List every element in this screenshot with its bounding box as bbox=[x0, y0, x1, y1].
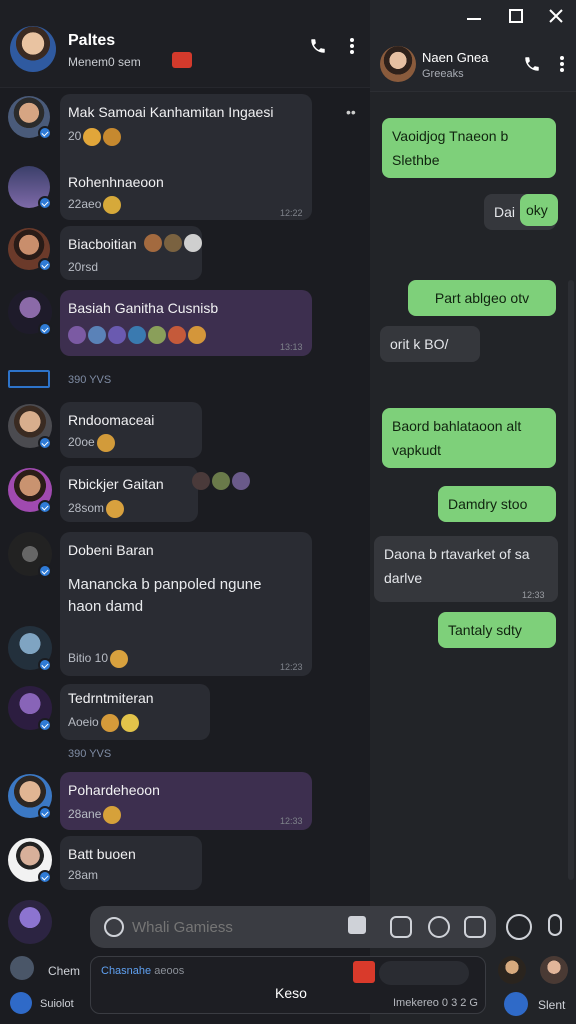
chat-time: 12:33 bbox=[280, 816, 303, 826]
verified-icon bbox=[38, 658, 52, 672]
chat-name: Basiah Ganitha Cusnisb bbox=[68, 300, 219, 316]
chat-name: Pohardeheoon bbox=[68, 782, 160, 798]
chat-name: Rndoomaceai bbox=[68, 412, 155, 428]
message-input[interactable] bbox=[132, 916, 332, 938]
clock-icon[interactable] bbox=[506, 914, 532, 940]
card-label: Chasnahe aeoos bbox=[101, 965, 185, 977]
chat-meta: Bitio 10 bbox=[68, 650, 129, 668]
message-composer bbox=[90, 906, 496, 948]
more-vertical-icon[interactable] bbox=[550, 52, 574, 76]
chat-name: Mak Samoai Kanhamitan Ingaesi bbox=[68, 104, 274, 120]
chat-time: 13:13 bbox=[280, 342, 303, 352]
attach-icon[interactable] bbox=[464, 916, 486, 938]
reaction-avatars bbox=[190, 472, 250, 490]
verified-icon bbox=[38, 806, 52, 820]
chat-meta: 28ane bbox=[68, 806, 122, 824]
verified-icon bbox=[38, 564, 52, 578]
phone-icon[interactable] bbox=[306, 34, 330, 58]
verified-icon bbox=[38, 718, 52, 732]
chat-time: 12:23 bbox=[280, 662, 303, 672]
chat-meta: 22aeo bbox=[68, 196, 122, 214]
verified-icon bbox=[38, 870, 52, 884]
message-sent[interactable]: Baord bahlataoon alt vapkudt bbox=[382, 408, 556, 468]
message-sent[interactable]: Vaoidjog Tnaeon b Slethbe bbox=[382, 118, 556, 178]
profile-avatar[interactable] bbox=[10, 26, 56, 72]
more-horizontal-icon[interactable]: •• bbox=[346, 104, 356, 120]
conversation-pane: Naen Gnea Greeaks Vaoidjog Tnaeon b Slet… bbox=[370, 0, 576, 1024]
sticker-icon[interactable] bbox=[348, 916, 366, 934]
reaction-pill[interactable] bbox=[379, 961, 469, 985]
chat-meta: 28som bbox=[68, 500, 125, 518]
chat-name: Batt buoen bbox=[68, 846, 136, 862]
chat-meta: Aoeio bbox=[68, 714, 139, 732]
nav-item-label[interactable]: Chem bbox=[48, 964, 80, 978]
chat-list-pane: Paltes Menem0 sem Mak Samoai Kanhamitan … bbox=[0, 0, 370, 1024]
app-icon[interactable] bbox=[10, 992, 32, 1014]
verified-icon bbox=[38, 196, 52, 210]
badge-icon bbox=[172, 52, 192, 68]
verified-icon bbox=[38, 258, 52, 272]
chat-meta: 20 bbox=[68, 128, 122, 146]
more-vertical-icon[interactable] bbox=[340, 34, 364, 58]
avatar[interactable] bbox=[10, 956, 34, 980]
contact-status: Greeaks bbox=[422, 68, 464, 80]
chat-name: Biacboitian bbox=[68, 236, 137, 252]
contact-name: Naen Gnea bbox=[422, 50, 489, 65]
gif-icon[interactable] bbox=[428, 916, 450, 938]
date-separator: 390 YVS bbox=[68, 748, 112, 760]
card-footer: Imekereo 0 3 2 G bbox=[393, 997, 478, 1009]
profile-label: Slent bbox=[538, 998, 566, 1012]
avatar[interactable] bbox=[8, 900, 52, 944]
app-icon[interactable] bbox=[504, 992, 528, 1016]
message-time: 12:33 bbox=[522, 590, 545, 600]
date-separator: 390 YVS bbox=[68, 374, 112, 386]
scrollbar[interactable] bbox=[568, 280, 574, 880]
message-received[interactable]: orit k BO/ bbox=[380, 326, 480, 362]
verified-icon bbox=[38, 322, 52, 336]
conversation-header: Naen Gnea Greeaks bbox=[370, 0, 576, 92]
verified-icon bbox=[38, 436, 52, 450]
app-badge-icon bbox=[353, 961, 375, 983]
page-title: Paltes bbox=[68, 32, 116, 49]
microphone-icon[interactable] bbox=[548, 914, 562, 936]
chat-meta: 28am bbox=[68, 868, 99, 882]
chat-name: Dobeni Baran bbox=[68, 542, 154, 558]
separator-box bbox=[8, 370, 50, 388]
preview-card[interactable]: Chasnahe aeoos Keso Imekereo 0 3 2 G bbox=[90, 956, 486, 1014]
minimize-icon[interactable] bbox=[462, 6, 486, 30]
chat-message: Manancka b panpoled ngune haon damd bbox=[68, 576, 262, 615]
chat-name: Tedrntmiteran bbox=[68, 690, 154, 706]
chat-name: Rbickjer Gaitan bbox=[68, 476, 164, 492]
message-sent[interactable]: Damdry stoo bbox=[438, 486, 556, 522]
chat-meta: 20oe bbox=[68, 434, 115, 452]
reaction-row bbox=[66, 326, 206, 344]
chat-name: Rohenhnaeoon bbox=[68, 174, 164, 190]
message-sent[interactable]: oky bbox=[520, 194, 558, 226]
page-subtitle: Menem0 sem bbox=[68, 55, 141, 69]
message-sent[interactable]: Part ablgeo otv bbox=[408, 280, 556, 316]
chat-time: 12:22 bbox=[280, 208, 303, 218]
contact-avatar[interactable] bbox=[380, 46, 416, 82]
nav-item-label[interactable]: Suiolot bbox=[40, 998, 74, 1010]
chat-meta: 20rsd bbox=[68, 260, 99, 274]
image-icon[interactable] bbox=[390, 916, 412, 938]
reaction-avatars bbox=[142, 234, 202, 252]
emoji-icon[interactable] bbox=[104, 917, 124, 937]
message-sent[interactable]: Tantaly sdty bbox=[438, 612, 556, 648]
close-icon[interactable] bbox=[544, 4, 568, 28]
card-title: Keso bbox=[275, 985, 307, 1001]
avatar[interactable] bbox=[540, 956, 568, 984]
left-header: Paltes Menem0 sem bbox=[0, 0, 370, 88]
avatar[interactable] bbox=[498, 956, 526, 984]
phone-icon[interactable] bbox=[520, 52, 544, 76]
verified-icon bbox=[38, 500, 52, 514]
maximize-icon[interactable] bbox=[504, 4, 528, 28]
verified-icon bbox=[38, 126, 52, 140]
